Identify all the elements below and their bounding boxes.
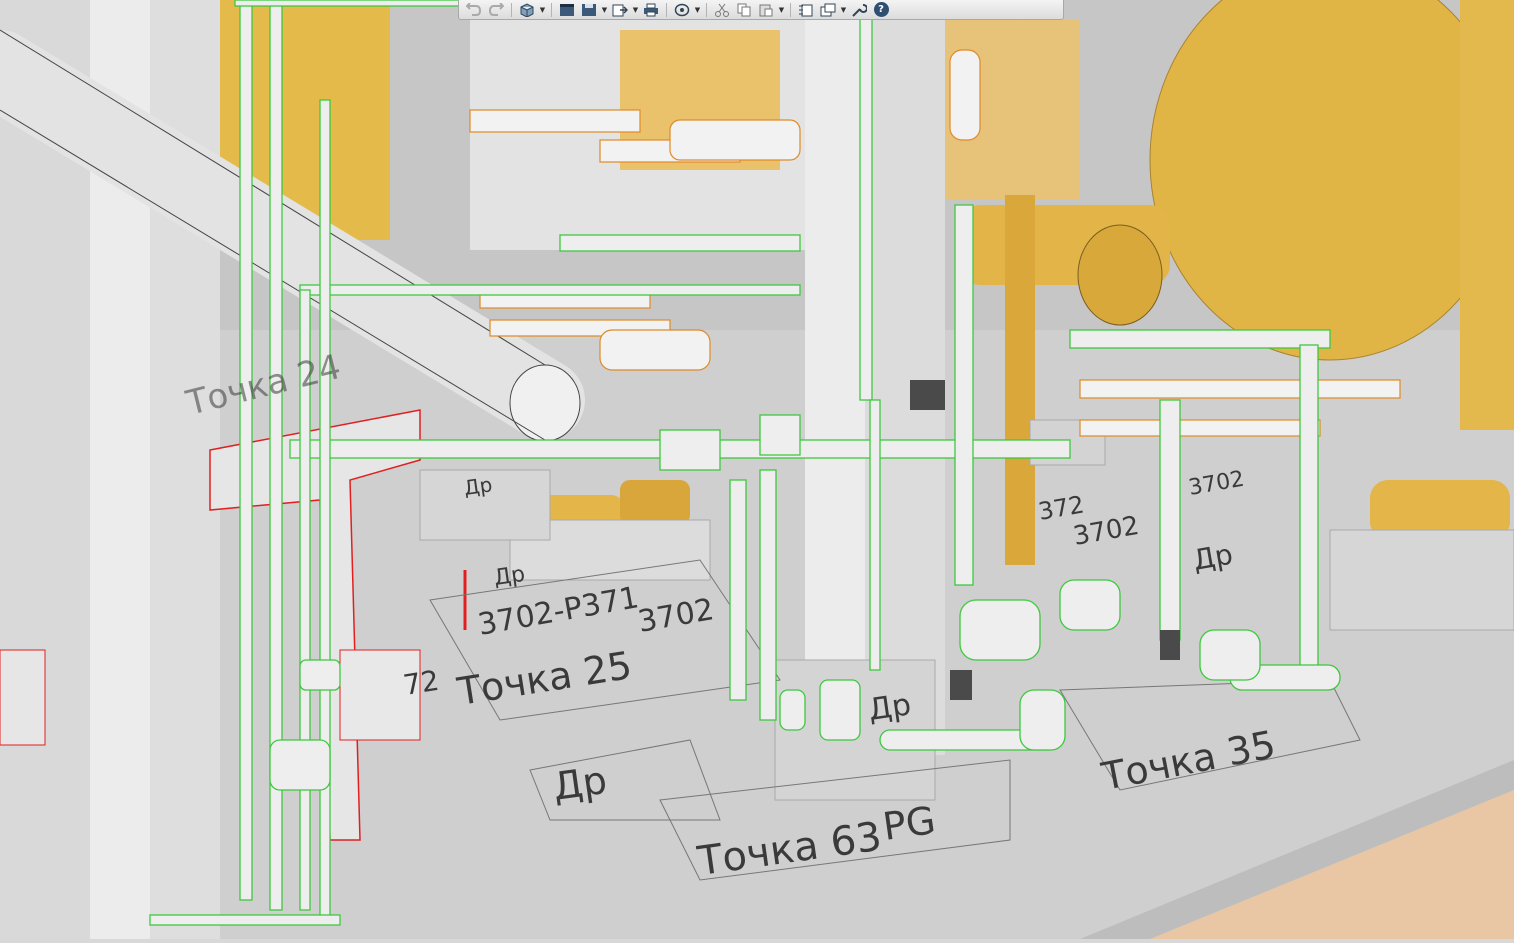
label-dr-5: Др [462, 472, 493, 500]
label-dr-1: Др [550, 758, 609, 809]
chevron-down-icon: ▼ [601, 5, 608, 14]
save-icon [582, 3, 596, 16]
properties-icon [799, 4, 813, 16]
redo-button[interactable] [485, 1, 507, 19]
print-button[interactable] [640, 1, 662, 19]
orbit-icon [674, 3, 690, 16]
chevron-down-icon: ▼ [778, 5, 785, 14]
label-dr-4: Др [1190, 538, 1235, 577]
label-72: 72 [401, 664, 441, 702]
view-cube-button[interactable] [516, 1, 538, 19]
toolbar-separator [511, 2, 512, 17]
help-button[interactable]: ? [870, 1, 892, 19]
window-button[interactable] [817, 1, 839, 19]
toolbar-separator [706, 2, 707, 17]
export-button[interactable] [609, 1, 631, 19]
view-cube-dropdown[interactable]: ▼ [538, 1, 547, 19]
chevron-down-icon: ▼ [539, 5, 546, 14]
wrench-icon [852, 3, 867, 17]
undo-icon [466, 2, 482, 16]
toolbar-separator [551, 2, 552, 17]
paste-button[interactable] [755, 1, 777, 19]
undo-button[interactable] [463, 1, 485, 19]
3d-model-viewport[interactable]: Точка 24 Точка 25 Точка 35 Точка 63 PG Д… [0, 0, 1514, 939]
label-dr-2: Др [866, 687, 913, 728]
pump-body-left [620, 480, 690, 525]
cube-icon [520, 2, 534, 17]
export-icon [612, 4, 628, 16]
copy-button[interactable] [733, 1, 755, 19]
exchanger-flange [1077, 224, 1163, 326]
orbit-dropdown[interactable]: ▼ [693, 1, 702, 19]
export-dropdown[interactable]: ▼ [631, 1, 640, 19]
paste-dropdown[interactable]: ▼ [777, 1, 786, 19]
window-dropdown[interactable]: ▼ [839, 1, 848, 19]
redo-icon [488, 2, 504, 16]
layout-icon [560, 3, 574, 16]
toolbar-separator [790, 2, 791, 17]
tools-button[interactable] [848, 1, 870, 19]
orbit-button[interactable] [671, 1, 693, 19]
sphere-support-right [1460, 0, 1514, 430]
copy-icon [737, 3, 751, 16]
chevron-down-icon: ▼ [694, 5, 701, 14]
layout-button[interactable] [556, 1, 578, 19]
red-equipment-left [0, 649, 46, 746]
chevron-down-icon: ▼ [840, 5, 847, 14]
big-pipe-end [509, 364, 581, 442]
help-icon: ? [873, 2, 889, 17]
scissors-icon [715, 3, 729, 17]
paste-icon [759, 4, 773, 16]
save-button[interactable] [578, 1, 600, 19]
cut-button[interactable] [711, 1, 733, 19]
quick-access-toolbar: ▼ ▼ ▼ ▼ ▼ ▼ ? [458, 0, 1064, 20]
exchanger-vertical-column [1005, 195, 1035, 565]
toolbar-separator [666, 2, 667, 17]
save-dropdown[interactable]: ▼ [600, 1, 609, 19]
windows-icon [820, 3, 836, 16]
properties-button[interactable] [795, 1, 817, 19]
chevron-down-icon: ▼ [632, 5, 639, 14]
pump-base-right [1329, 529, 1514, 631]
label-dr-3: Др [492, 562, 526, 591]
label-pg: PG [880, 798, 938, 849]
printer-icon [644, 3, 658, 16]
